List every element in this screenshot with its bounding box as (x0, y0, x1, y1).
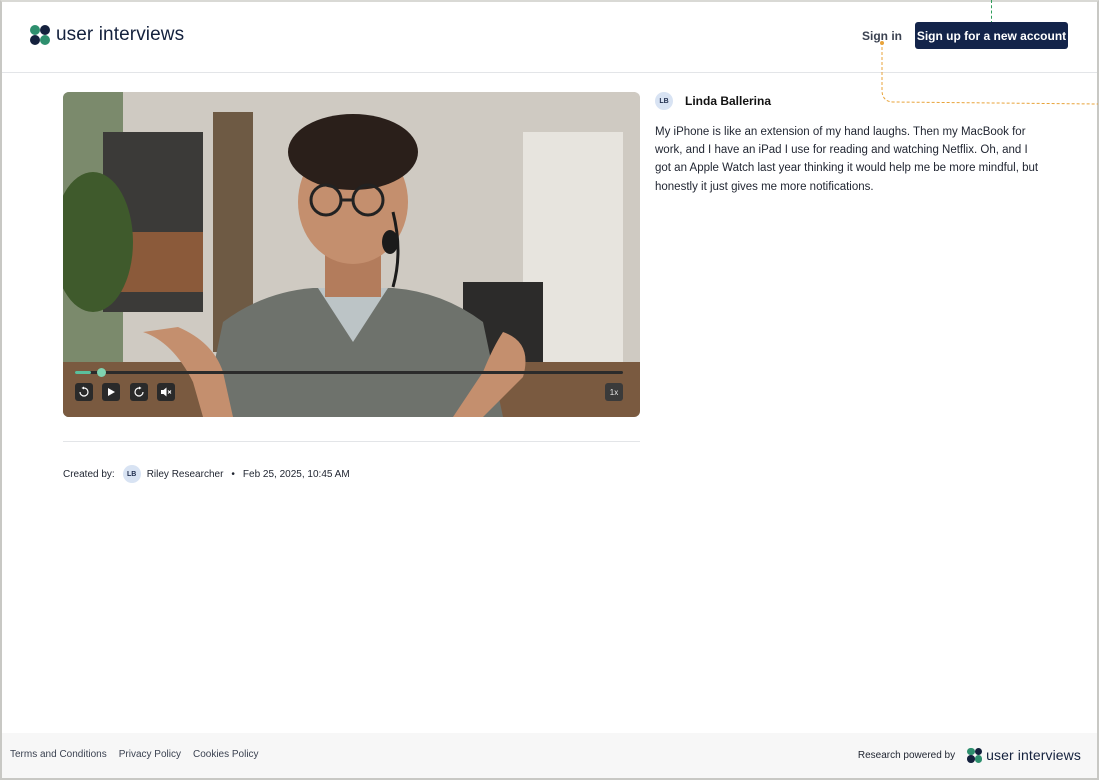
footer-link-terms[interactable]: Terms and Conditions (10, 749, 107, 760)
annotation-guide-path (880, 41, 1098, 105)
progress-bar[interactable] (75, 368, 623, 377)
transcript-text: My iPhone is like an extension of my han… (655, 126, 1039, 193)
progress-fill (75, 371, 92, 374)
annotation-guide-line (991, 0, 992, 24)
creator-avatar: LB (122, 465, 141, 483)
brand-logo-icon (30, 25, 50, 45)
speaker-header: LB Linda Ballerina (655, 92, 771, 110)
site-footer: Terms and Conditions Privacy Policy Cook… (2, 733, 1097, 778)
signup-button[interactable]: Sign up for a new account (915, 22, 1068, 49)
playback-speed-button[interactable]: 1x (605, 383, 623, 401)
footer-logo-icon (967, 747, 983, 763)
powered-by-label: Research powered by (857, 749, 956, 761)
section-divider (63, 441, 640, 442)
forward-10-icon[interactable] (130, 383, 148, 401)
sign-in-link[interactable]: Sign in (862, 29, 902, 43)
video-player[interactable]: 1x (63, 92, 640, 417)
footer-links: Terms and Conditions Privacy Policy Cook… (10, 749, 259, 760)
brand-logo[interactable]: user interviews (30, 24, 184, 46)
rewind-10-icon[interactable] (75, 383, 93, 401)
footer-brand-name[interactable]: user interviews (986, 747, 1081, 763)
created-by-label: Created by: (63, 468, 115, 480)
bullet-separator: • (231, 468, 235, 480)
play-icon[interactable] (102, 383, 120, 401)
created-by-row: Created by: LB Riley Researcher • Feb 25… (63, 465, 350, 483)
speaker-avatar: LB (655, 92, 673, 110)
powered-by: Research powered by user interviews (858, 747, 1081, 763)
brand-name: user interviews (56, 24, 185, 45)
speaker-name: Linda Ballerina (685, 94, 772, 108)
created-timestamp: Feb 25, 2025, 10:45 AM (242, 468, 350, 480)
mute-icon[interactable] (157, 383, 175, 401)
footer-link-privacy[interactable]: Privacy Policy (119, 749, 181, 760)
video-frame-image (63, 92, 640, 417)
footer-link-cookies[interactable]: Cookies Policy (193, 749, 259, 760)
creator-name: Riley Researcher (146, 468, 224, 480)
